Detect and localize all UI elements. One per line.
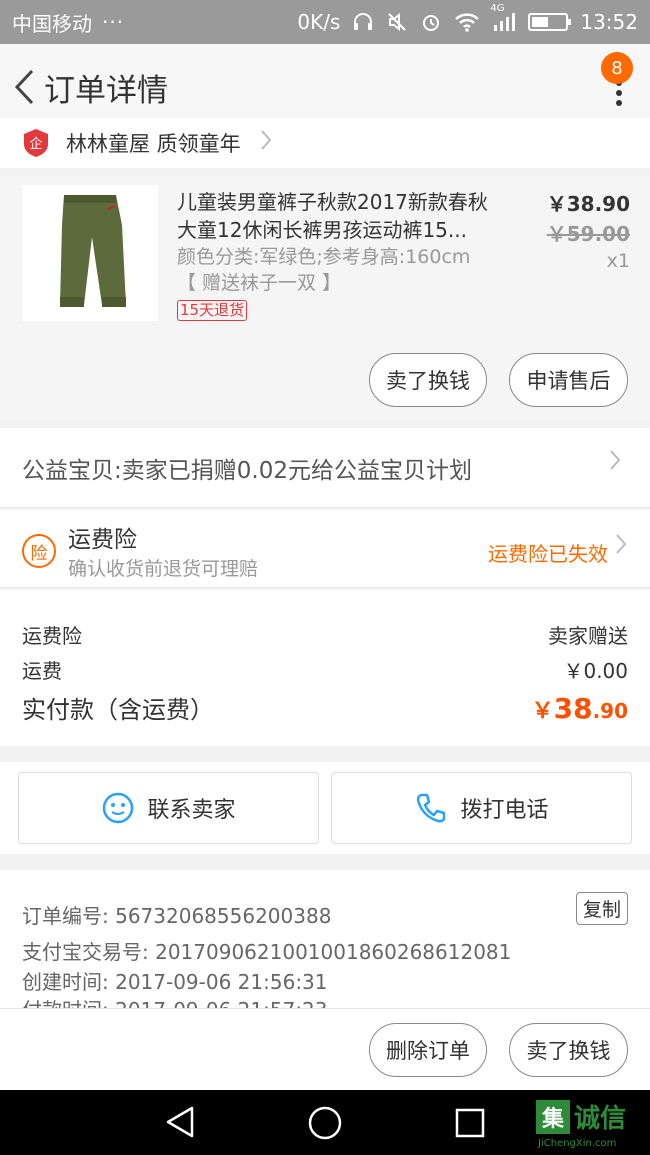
total-paid-label: 实付款（含运费）	[22, 696, 214, 724]
chevron-right-icon	[608, 448, 622, 479]
notification-dots: ···	[102, 10, 125, 34]
chevron-right-icon	[614, 532, 628, 563]
total-currency: ￥	[531, 699, 554, 724]
insurance-fee-label: 运费险	[22, 624, 82, 648]
charity-text: 公益宝贝:卖家已捐赠0.02元给公益宝贝计划	[22, 457, 472, 484]
original-price: ￥59.00	[546, 222, 630, 246]
watermark-text: 诚信	[574, 1104, 627, 1134]
alarm-icon	[420, 11, 442, 33]
product-title[interactable]: 儿童装男童裤子秋款2017新款春秋大童12休闲长裤男孩运动裤15...	[177, 188, 507, 244]
shop-enterprise-icon: 企	[24, 129, 48, 157]
insurance-title: 运费险	[68, 527, 137, 553]
charity-row[interactable]: 公益宝贝:卖家已捐赠0.02元给公益宝贝计划	[0, 428, 650, 508]
status-bar: 中国移动 ··· 0K/s 4G 13:52	[0, 0, 650, 44]
mute-icon	[386, 11, 408, 33]
chevron-left-icon	[14, 69, 34, 105]
product-sku: 颜色分类:军绿色;参考身高:160cm【 赠送袜子一双 】	[177, 246, 471, 294]
fee-summary: 运费险 卖家赠送 运费 ￥0.00 实付款（含运费） ￥38.90	[0, 590, 650, 746]
system-nav-bar: 集 诚信 JiChengXin.com	[0, 1090, 650, 1155]
more-menu-button[interactable]	[614, 80, 624, 108]
watermark-logo: 集 诚信 JiChengXin.com	[536, 1098, 646, 1150]
delete-order-button[interactable]: 删除订单	[369, 1023, 487, 1077]
headset-icon	[352, 11, 374, 33]
product-image[interactable]	[22, 185, 158, 321]
chevron-right-icon	[259, 128, 273, 159]
watermark-mark: 集	[536, 1100, 570, 1134]
return-policy-tag: 15天退货	[177, 300, 248, 321]
apply-aftersale-button[interactable]: 申请售后	[509, 353, 628, 407]
sell-item-button[interactable]: 卖了换钱	[369, 353, 487, 407]
watermark-subtext: JiChengXin.com	[538, 1138, 617, 1149]
chat-bubble-icon	[103, 792, 134, 824]
created-time: 创建时间: 2017-09-06 21:56:31	[22, 970, 328, 994]
insurance-status: 运费险已失效	[488, 542, 608, 566]
recents-square-icon[interactable]	[454, 1107, 486, 1139]
page-title: 订单详情	[44, 72, 168, 109]
home-circle-icon[interactable]	[307, 1105, 343, 1141]
shipping-fee-value: ￥0.00	[563, 659, 628, 683]
contact-seller-button[interactable]: 联系卖家	[18, 772, 319, 844]
paid-time: 付款时间: 2017-09-06 21:57:23	[22, 994, 328, 1008]
copy-order-number-button[interactable]: 复制	[575, 892, 628, 925]
shop-row[interactable]: 企 林林童屋 质领童年	[0, 118, 650, 168]
svg-text:企: 企	[29, 136, 42, 152]
insurance-subtitle: 确认收货前退货可理赔	[68, 558, 259, 580]
contact-seller-label: 联系卖家	[147, 798, 236, 823]
message-count-badge: 8	[601, 52, 633, 84]
signal-icon: 4G	[490, 3, 516, 33]
insurance-icon: 险	[22, 534, 56, 568]
total-integer: 38	[553, 692, 593, 725]
total-paid-amount: ￥38.90	[532, 692, 628, 725]
shipping-fee-label: 运费	[22, 659, 62, 683]
carrier-label: 中国移动	[12, 11, 92, 36]
back-triangle-icon[interactable]	[164, 1105, 196, 1139]
network-type: 4G	[490, 3, 505, 14]
phone-icon	[417, 793, 446, 823]
call-phone-button[interactable]: 拨打电话	[331, 772, 632, 844]
order-item[interactable]: 儿童装男童裤子秋款2017新款春秋大童12休闲长裤男孩运动裤15... 颜色分类…	[0, 176, 650, 420]
footer-sell-item-button[interactable]: 卖了换钱	[509, 1023, 628, 1077]
total-decimal: .90	[592, 699, 628, 723]
footer-actions: 删除订单 卖了换钱	[0, 1008, 650, 1090]
shipping-insurance-row[interactable]: 险 运费险 确认收货前退货可理赔 运费险已失效	[0, 510, 650, 588]
contact-bar: 联系卖家 拨打电话	[0, 762, 650, 854]
insurance-fee-value: 卖家赠送	[548, 624, 628, 648]
quantity: x1	[606, 250, 630, 272]
order-info: 订单编号: 56732068556200388 复制 支付宝交易号: 20170…	[0, 870, 650, 1008]
alipay-trade-number: 支付宝交易号: 2017090621001001860268612081	[22, 940, 512, 964]
call-phone-label: 拨打电话	[460, 798, 549, 823]
shop-name: 林林童屋 质领童年	[66, 132, 241, 156]
order-number: 订单编号: 56732068556200388	[22, 904, 332, 928]
unit-price: ￥38.90	[546, 192, 630, 216]
clock: 13:52	[580, 10, 638, 34]
network-speed: 0K/s	[297, 10, 341, 34]
wifi-icon	[454, 11, 480, 33]
battery-icon	[528, 13, 572, 31]
